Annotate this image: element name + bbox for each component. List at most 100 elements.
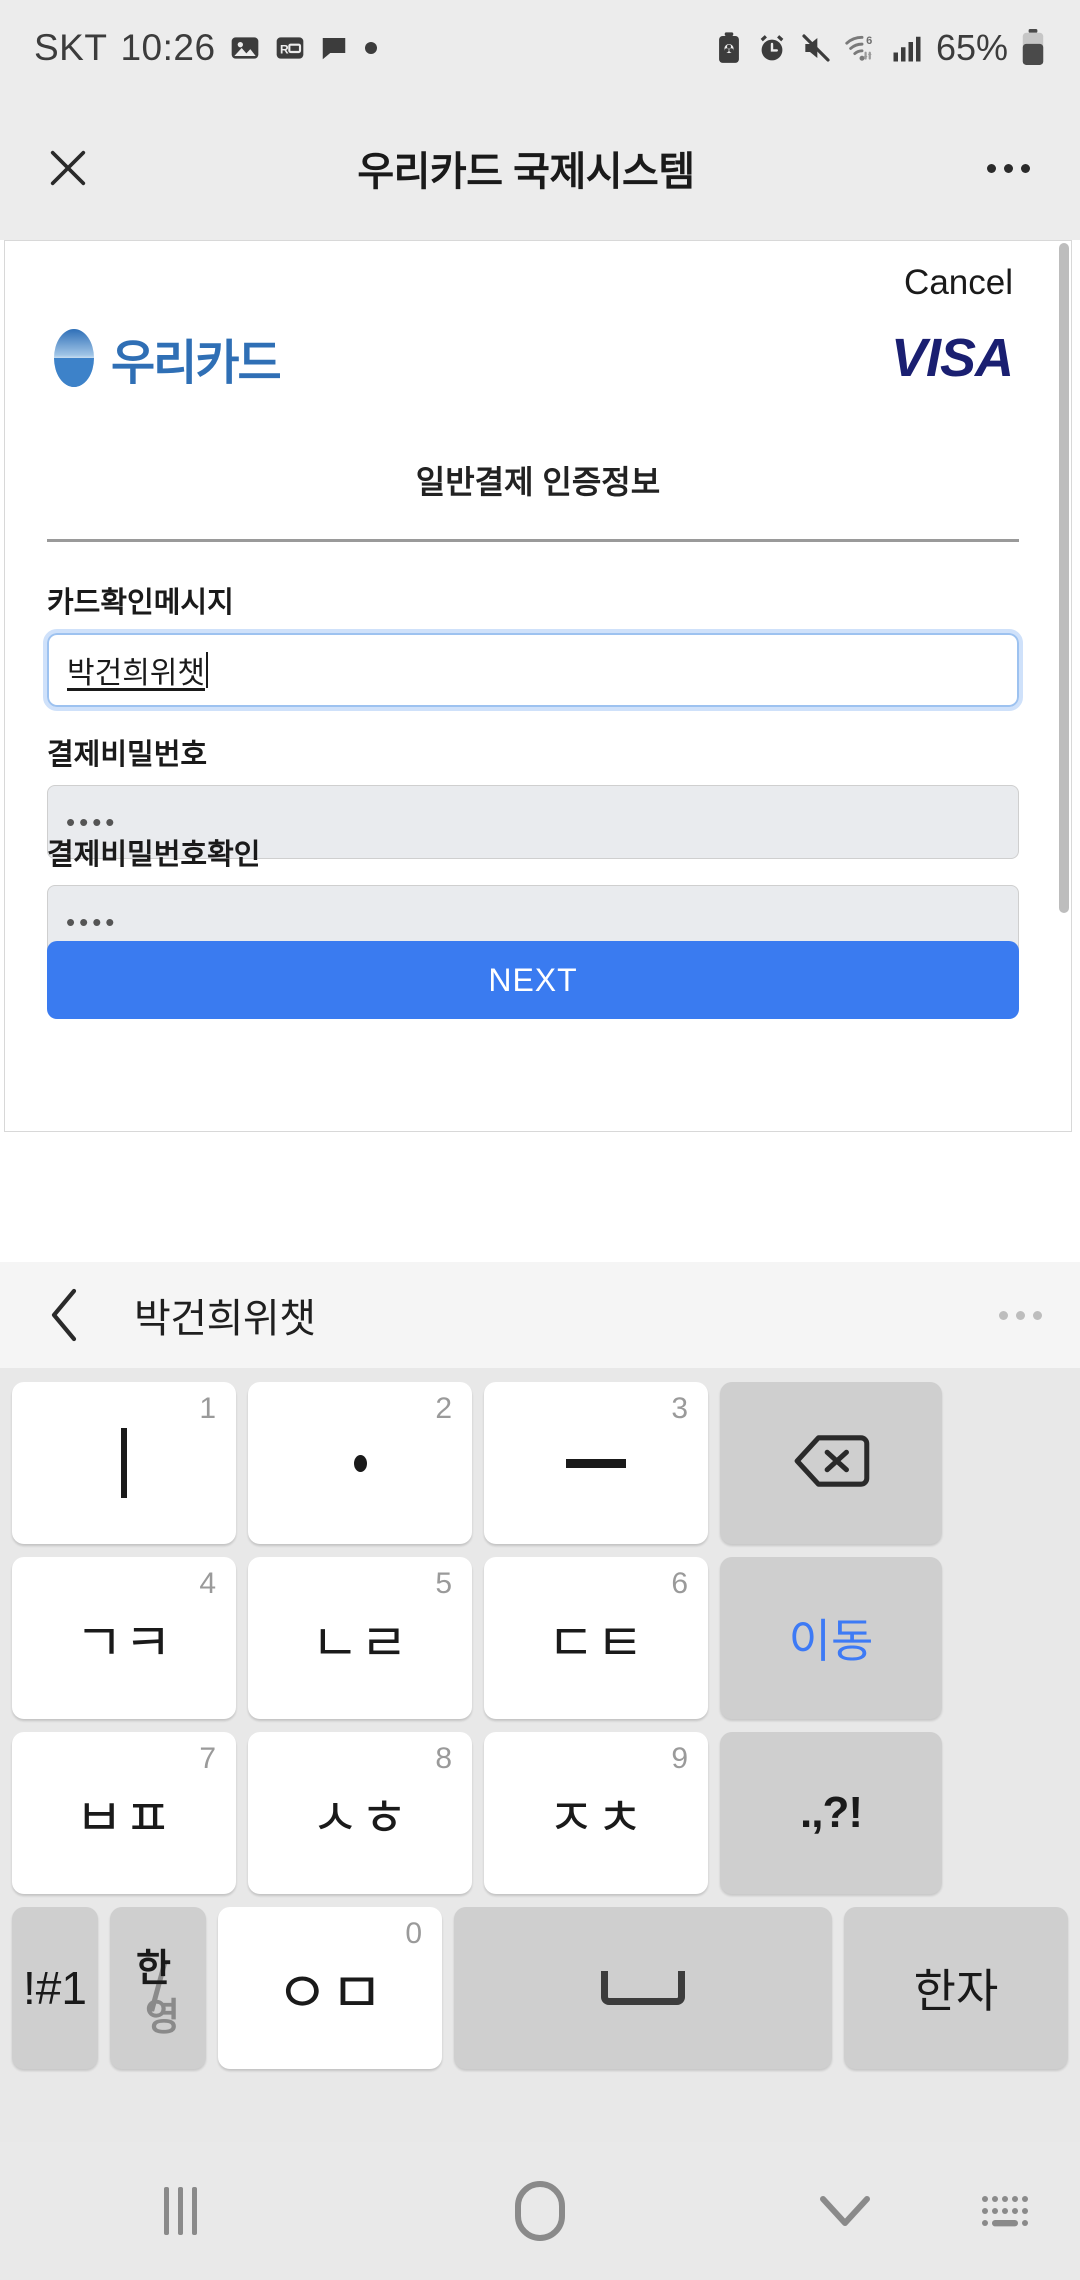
cancel-link[interactable]: Cancel [904, 263, 1013, 303]
woori-card-logo: 우리카드 [47, 323, 282, 393]
dot-glyph [353, 1454, 367, 1472]
key-label: ㄱㅋ [75, 1614, 173, 1673]
visa-logo: VISA [890, 328, 1014, 388]
key-consonant-g-k[interactable]: 4 ㄱㅋ [12, 1557, 236, 1719]
chevron-down-icon[interactable] [720, 2191, 970, 2231]
more-dot [1020, 163, 1030, 173]
more-dot [986, 163, 996, 173]
key-label: 이동 [788, 1615, 874, 1667]
key-label: ㅅㅎ [311, 1789, 409, 1848]
next-button[interactable]: NEXT [47, 941, 1019, 1019]
lang-young-label: 영 [145, 1997, 180, 2039]
woori-mark-icon [54, 329, 94, 387]
svg-text:6: 6 [866, 35, 872, 47]
key-number-label: 1 [199, 1392, 216, 1425]
keyboard-rows: 1 2 3 4 ㄱㅋ 5 ㄴㄹ 6 ㄷㅌ 이동 7 ㅂㅍ 8 ㅅㅎ 9 ㅈㅊ .… [0, 1368, 1080, 2100]
keyboard-row-4: !#1 한 / 영 0 ㅇㅁ 한자 [12, 1907, 1068, 2069]
key-number-label: 7 [199, 1742, 216, 1775]
page-title: 우리카드 국제시스템 [357, 150, 695, 194]
keyboard-row-3: 7 ㅂㅍ 8 ㅅㅎ 9 ㅈㅊ .,?! [12, 1732, 1068, 1894]
recents-bar [163, 2187, 169, 2235]
battery-percent-label: 65% [935, 27, 1008, 68]
phone-screen: SKT 10:26 R 6 65% 우리카드 국제시스템 Cancel 우리카드… [0, 0, 1080, 2280]
key-vowel-eu[interactable]: 3 [484, 1382, 708, 1544]
suggestion-more-icon[interactable] [999, 1310, 1042, 1320]
space-key[interactable] [454, 1907, 832, 2069]
key-number-label: 9 [671, 1742, 688, 1775]
recents-bar [191, 2187, 197, 2235]
key-consonant-j-ch[interactable]: 9 ㅈㅊ [484, 1732, 708, 1894]
more-dot [999, 1310, 1008, 1320]
move-key[interactable]: 이동 [720, 1557, 942, 1719]
key-number-label: 3 [671, 1392, 688, 1425]
key-number-label: 4 [199, 1567, 216, 1600]
language-toggle-key[interactable]: 한 / 영 [110, 1907, 206, 2069]
field-card-message: 카드확인메시지 박건희위챗 [43, 579, 1023, 711]
field-payment-password-confirm: 결제비밀번호확인 •••• [47, 831, 1019, 959]
key-consonant-ng-m[interactable]: 0 ㅇㅁ [218, 1907, 442, 2069]
key-label: .,?! [800, 1788, 863, 1837]
mute-icon [800, 32, 832, 64]
key-label: ㅈㅊ [547, 1789, 645, 1848]
vertical-bar-glyph [121, 1428, 127, 1498]
alarm-icon [756, 32, 788, 64]
payment-password-confirm-value: •••• [66, 906, 119, 937]
wifi6-icon: 6 [844, 32, 880, 64]
more-dot [1033, 1310, 1042, 1320]
recents-bar [177, 2187, 183, 2235]
heading-divider [47, 539, 1019, 542]
keyboard-row-2: 4 ㄱㅋ 5 ㄴㄹ 6 ㄷㅌ 이동 [12, 1557, 1068, 1719]
key-label: 한자 [913, 1965, 999, 2017]
card-message-value: 박건희위챗 [67, 657, 205, 690]
woori-brand-label: 우리카드 [111, 337, 282, 390]
key-consonant-s-h[interactable]: 8 ㅅㅎ [248, 1732, 472, 1894]
more-dot [1003, 163, 1013, 173]
punctuation-key[interactable]: .,?! [720, 1732, 942, 1894]
brand-row: 우리카드 VISA [47, 323, 1014, 393]
backspace-icon [792, 1432, 870, 1495]
field-label: 결제비밀번호 [47, 739, 208, 771]
form-heading: 일반결제 인증정보 [415, 464, 661, 500]
suggestion-text[interactable]: 박건희위챗 [134, 1286, 316, 1344]
svg-text:R: R [280, 42, 289, 56]
key-consonant-d-t[interactable]: 6 ㄷㅌ [484, 1557, 708, 1719]
keyboard-suggestion-bar: 박건희위챗 [0, 1262, 1080, 1368]
status-bar: SKT 10:26 R 6 65% [0, 0, 1080, 96]
carrier-label: SKT [34, 27, 108, 68]
field-label: 카드확인메시지 [47, 587, 234, 619]
key-vowel-dot[interactable]: 2 [248, 1382, 472, 1544]
recents-glyph [163, 2187, 197, 2235]
key-number-label: 2 [435, 1392, 452, 1425]
dot-icon [362, 39, 380, 57]
key-label: ㄴㄹ [311, 1614, 409, 1673]
field-label: 결제비밀번호확인 [47, 839, 261, 871]
image-icon [229, 32, 261, 64]
keyboard-row-1: 1 2 3 [12, 1382, 1068, 1544]
key-consonant-n-r[interactable]: 5 ㄴㄹ [248, 1557, 472, 1719]
panel-scrollbar[interactable] [1059, 243, 1069, 913]
app-header: 우리카드 국제시스템 [0, 96, 1080, 240]
key-label: !#1 [23, 1962, 87, 2014]
symbols-key[interactable]: !#1 [12, 1907, 98, 2069]
navigation-bar [0, 2142, 1080, 2280]
key-vowel-i[interactable]: 1 [12, 1382, 236, 1544]
home-icon[interactable] [360, 2180, 720, 2242]
clock-label: 10:26 [120, 27, 216, 68]
key-number-label: 0 [405, 1917, 422, 1950]
key-number-label: 5 [435, 1567, 452, 1600]
chevron-left-icon[interactable] [38, 1287, 94, 1343]
card-message-input[interactable]: 박건희위챗 [43, 629, 1023, 711]
more-options-icon[interactable] [976, 140, 1040, 196]
keyboard-icon[interactable] [970, 2191, 1080, 2231]
korean-keyboard: 박건희위챗 1 2 3 4 ㄱㅋ 5 ㄴㄹ 6 ㄷㅌ 이동 7 ㅂㅍ 8 ㅅㅎ … [0, 1262, 1080, 2142]
key-consonant-b-p[interactable]: 7 ㅂㅍ [12, 1732, 236, 1894]
backspace-key[interactable] [720, 1382, 942, 1544]
chat-bubble-icon [319, 33, 349, 63]
recents-icon[interactable] [0, 2187, 360, 2235]
lang-han-label: 한 [136, 1948, 171, 1990]
horizontal-bar-glyph [566, 1458, 626, 1468]
payment-webview-panel: Cancel 우리카드 VISA 일반결제 인증정보 카드확인메시지 박건희위챗… [4, 240, 1072, 1132]
status-bar-left: SKT 10:26 R [34, 27, 380, 69]
space-bar-glyph [601, 1971, 685, 2005]
hanja-key[interactable]: 한자 [844, 1907, 1068, 2069]
